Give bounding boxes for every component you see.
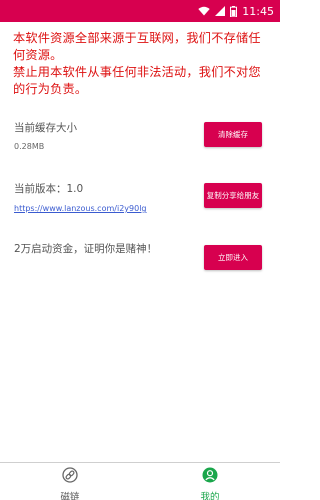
clear-cache-button[interactable]: 清除缓存 [204, 122, 262, 147]
status-time: 11:45 [242, 4, 274, 18]
copy-share-button[interactable]: 复制分享给朋友 [204, 183, 262, 208]
disclaimer-line-2: 禁止用本软件从事任何非法活动，我们不对您的行为负责。 [13, 65, 261, 96]
fund-label: 2万启动资金，证明你是赌神！ [14, 243, 158, 255]
battery-icon [230, 5, 238, 17]
cache-size-label: 当前缓存大小 [14, 122, 77, 134]
disclaimer-text: 本软件资源全部来源于互联网，我们不存储任何资源。 禁止用本软件从事任何非法活动，… [13, 30, 273, 98]
status-bar: 11:45 [0, 0, 280, 22]
share-link[interactable]: https://www.lanzous.com/i2y90lg [14, 204, 147, 213]
disclaimer-line-1: 本软件资源全部来源于互联网，我们不存储任何资源。 [13, 31, 261, 62]
nav-label-magnet: 磁链 [60, 492, 80, 500]
enter-now-button[interactable]: 立即进入 [204, 245, 262, 270]
wifi-icon [198, 6, 210, 16]
version-label: 当前版本：1.0 [14, 183, 84, 195]
nav-item-mine[interactable]: 我的 [140, 463, 280, 500]
nav-label-mine: 我的 [200, 492, 220, 500]
cache-size-value: 0.28MB [14, 142, 45, 151]
user-icon [202, 467, 218, 487]
nav-item-magnet[interactable]: 磁链 [0, 463, 140, 500]
bottom-nav: 磁链 我的 [0, 462, 280, 500]
link-icon [62, 467, 78, 487]
signal-icon [215, 6, 226, 16]
